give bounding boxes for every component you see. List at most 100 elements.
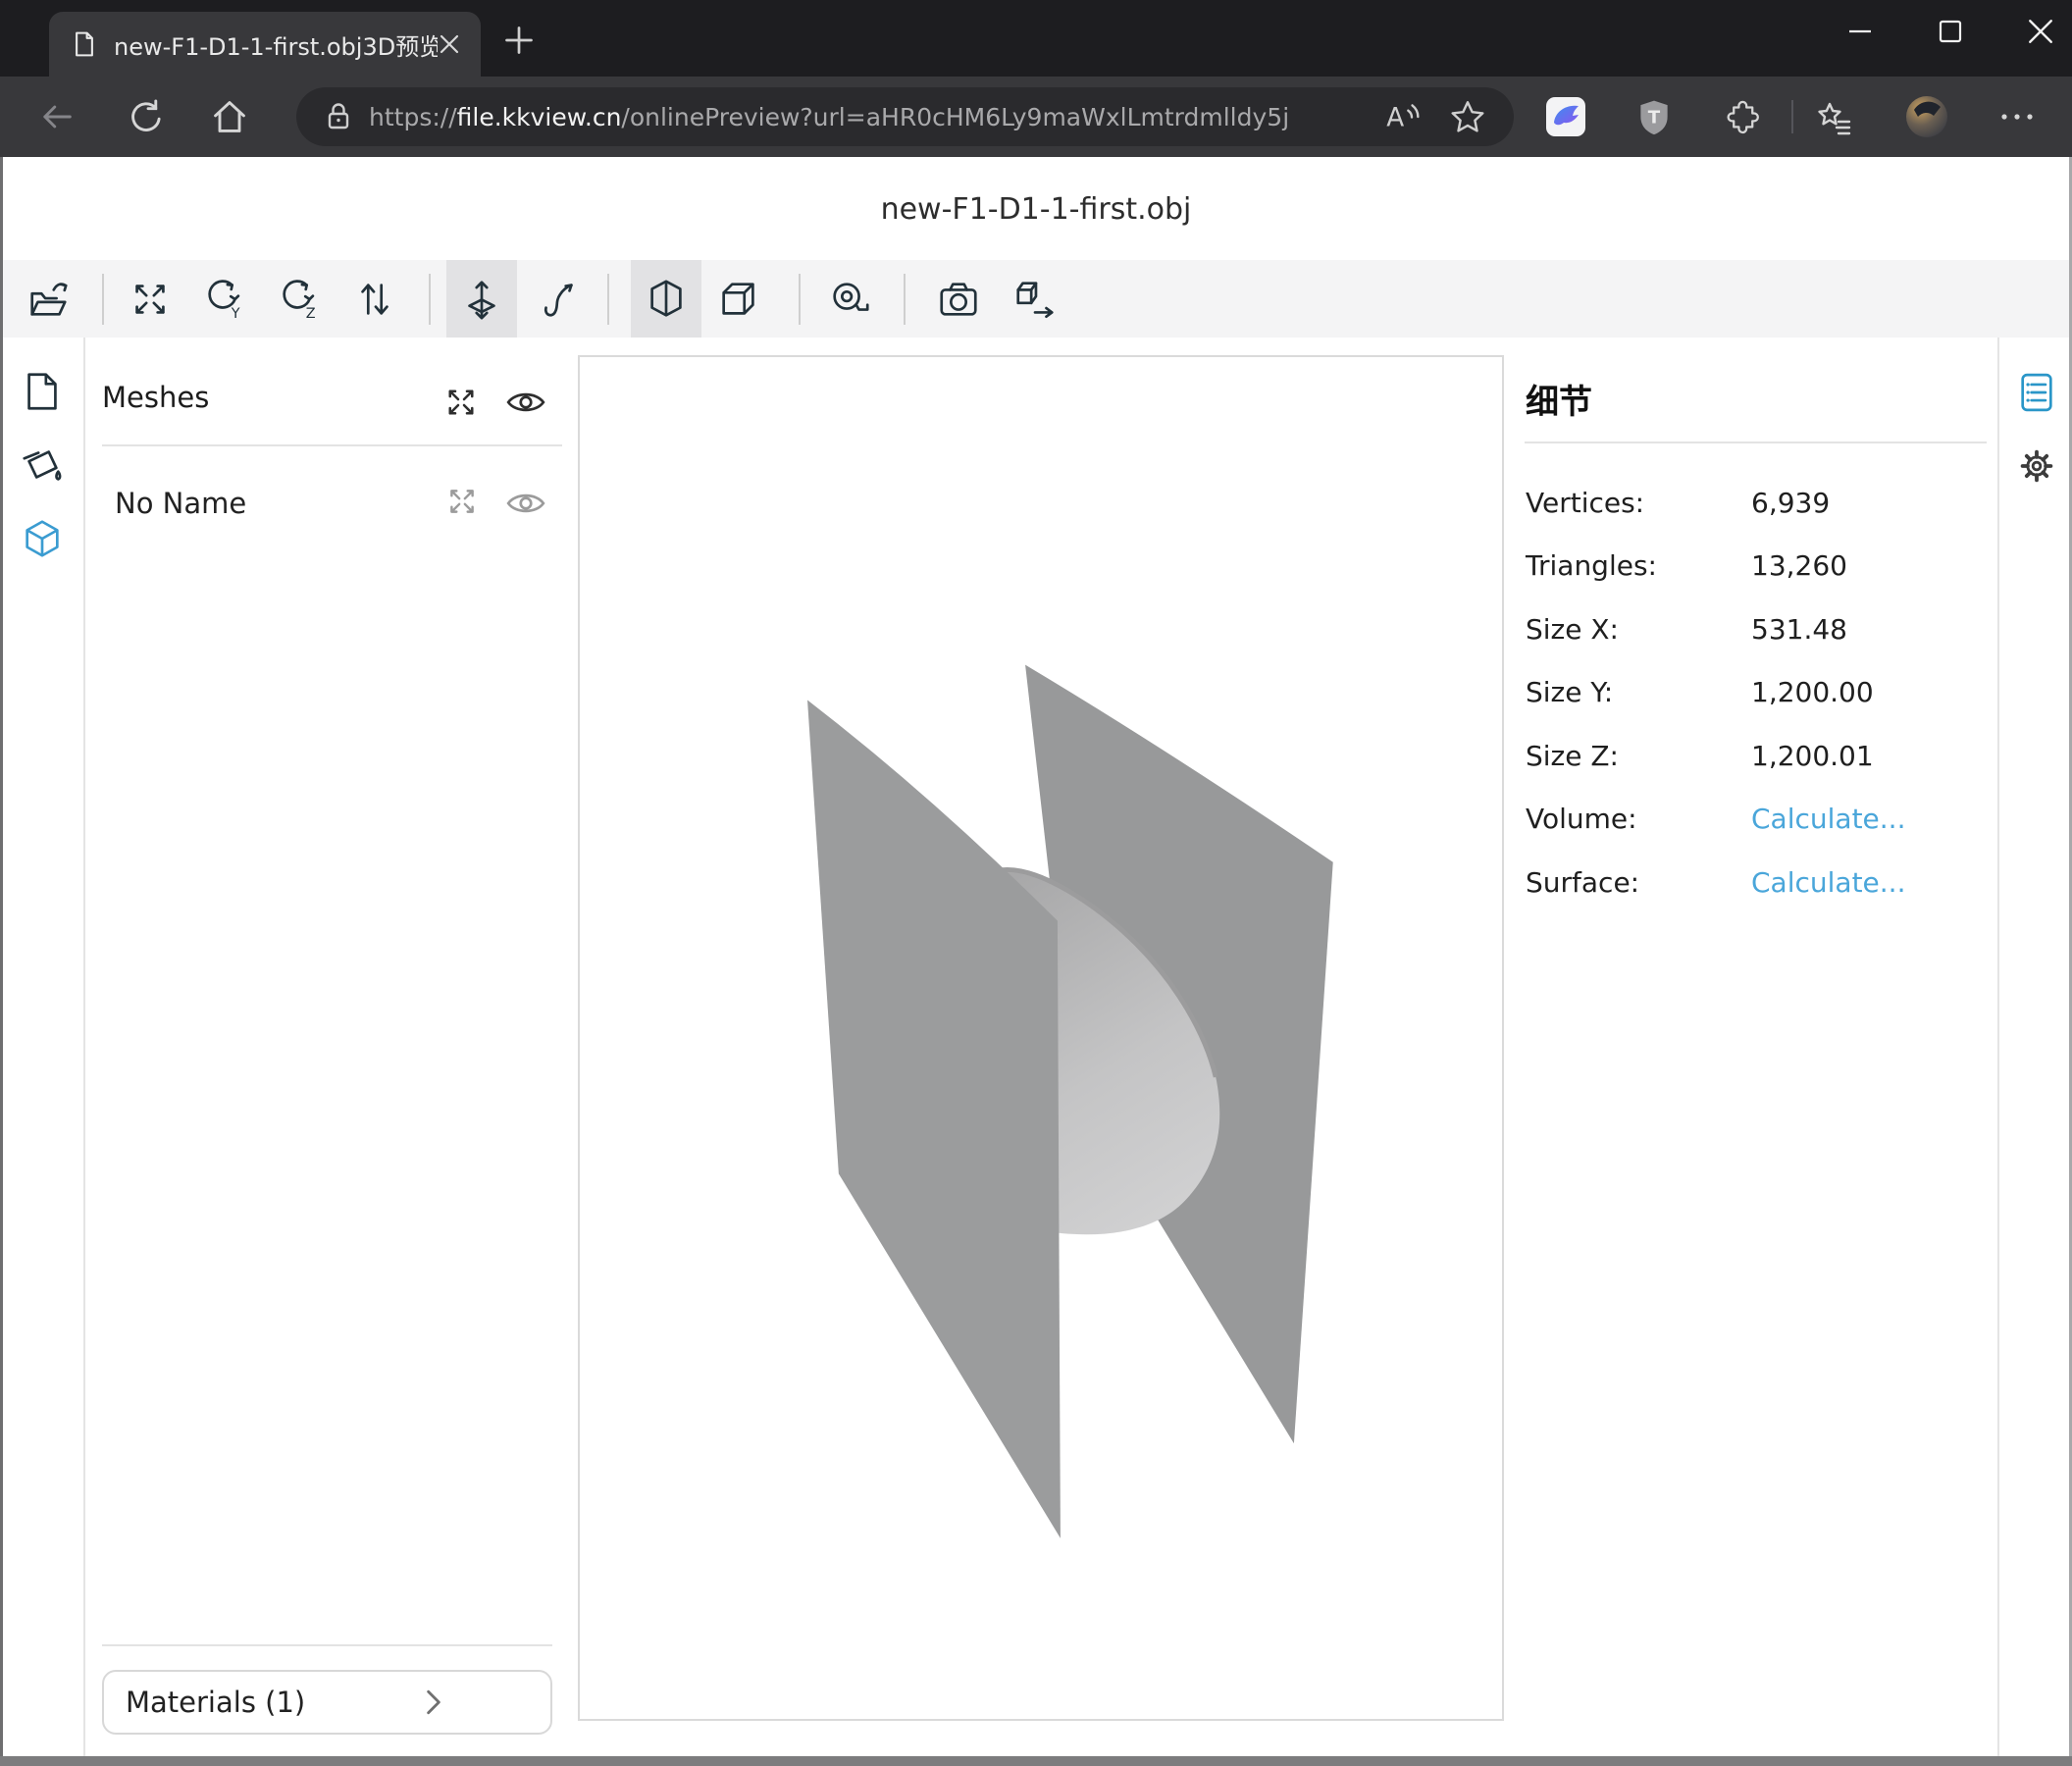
axis-y-label: Y	[231, 306, 240, 322]
toolbar-divider	[799, 274, 801, 325]
url-protocol: https://	[369, 103, 457, 131]
detail-label: Size Y:	[1526, 676, 1751, 708]
fit-view-icon	[128, 277, 173, 322]
new-tab-button[interactable]	[502, 24, 536, 57]
detail-label: Surface:	[1526, 866, 1751, 899]
left-rail-divider	[83, 338, 85, 1756]
sidebar-item-model-tree[interactable]	[20, 516, 65, 561]
details-header-divider	[1525, 442, 1987, 443]
rotate-z-icon: Z	[277, 277, 322, 322]
toolbar-divider	[904, 274, 906, 325]
back-icon[interactable]	[37, 97, 77, 136]
favorite-star-icon[interactable]	[1449, 98, 1486, 135]
browser-window: new-F1-D1-1-first.obj3D预览	[0, 0, 2072, 1766]
detail-row-surface: Surface: Calculate...	[1526, 851, 1991, 914]
model-canvas	[580, 357, 1502, 1719]
read-aloud-icon[interactable]: A	[1380, 96, 1422, 137]
chevron-right-icon	[338, 1688, 530, 1717]
translate-button[interactable]	[446, 260, 517, 338]
detail-row-vertices: Vertices: 6,939	[1526, 471, 1991, 535]
settings-gear-icon[interactable]	[2014, 443, 2059, 489]
detail-value: 531.48	[1751, 613, 1847, 646]
url-path: /onlinePreview?url=aHR0cHM6Ly9maWxlLmtrd…	[621, 103, 1291, 131]
detail-value: 1,200.00	[1751, 676, 1874, 708]
viewer-toolbar: Y Z	[3, 260, 2069, 338]
wireframe-view-button[interactable]	[703, 260, 774, 338]
solid-view-button[interactable]	[631, 260, 701, 338]
mesh-fit-icon[interactable]	[445, 485, 479, 518]
materials-button[interactable]: Materials (1)	[102, 1670, 552, 1735]
model-viewport[interactable]	[578, 355, 1504, 1721]
favorites-hub-icon[interactable]	[1815, 98, 1854, 137]
detail-value: 13,260	[1751, 549, 1847, 582]
rotate-z-button[interactable]: Z	[264, 260, 335, 338]
camera-icon	[936, 277, 981, 322]
detail-value: 6,939	[1751, 487, 1830, 519]
details-list-icon[interactable]	[2020, 372, 2053, 413]
export-icon	[1012, 277, 1058, 322]
toolbar-divider	[429, 274, 431, 325]
page-favicon-icon	[71, 30, 98, 58]
more-menu-icon[interactable]	[1997, 106, 2037, 128]
detail-value: 1,200.01	[1751, 740, 1874, 772]
fit-view-button[interactable]	[115, 260, 185, 338]
export-button[interactable]	[1000, 260, 1070, 338]
flip-vertical-icon	[352, 277, 397, 322]
detail-label: Volume:	[1526, 803, 1751, 835]
shield-extension-icon[interactable]: T	[1634, 97, 1674, 136]
details-rows: Vertices: 6,939 Triangles: 13,260 Size X…	[1526, 471, 1991, 914]
maximize-button[interactable]	[1927, 8, 1974, 55]
axis-z-label: Z	[306, 306, 316, 322]
meshes-visibility-icon[interactable]	[505, 387, 546, 418]
detail-row-size-y: Size Y: 1,200.00	[1526, 661, 1991, 725]
rotate-y-icon: Y	[202, 277, 247, 322]
calculate-surface-link[interactable]: Calculate...	[1751, 866, 1905, 899]
materials-divider	[102, 1644, 552, 1646]
materials-button-label: Materials (1)	[126, 1686, 317, 1719]
meshes-fit-icon[interactable]	[443, 385, 479, 420]
tab-strip: new-F1-D1-1-first.obj3D预览	[0, 0, 2072, 77]
measure-icon	[827, 277, 872, 322]
right-rail-divider	[1997, 338, 1999, 1756]
lock-icon[interactable]	[322, 100, 355, 133]
tab-close-icon[interactable]	[438, 32, 461, 56]
avatar[interactable]	[1905, 95, 1948, 138]
open-file-icon	[26, 277, 71, 322]
screenshot-button[interactable]	[923, 260, 994, 338]
browser-tab[interactable]: new-F1-D1-1-first.obj3D预览	[49, 12, 481, 77]
window-controls	[1837, 0, 2064, 63]
detail-row-size-x: Size X: 531.48	[1526, 597, 1991, 661]
detail-label: Size Z:	[1526, 740, 1751, 772]
calculate-volume-link[interactable]: Calculate...	[1751, 803, 1905, 835]
puzzle-extensions-icon[interactable]	[1723, 98, 1760, 135]
shield-badge: T	[1648, 107, 1661, 128]
rotate-y-button[interactable]: Y	[189, 260, 260, 338]
mesh-list-item[interactable]: No Name	[115, 487, 246, 520]
toolbar-divider	[102, 274, 104, 325]
toolbar-divider	[1791, 100, 1793, 133]
mesh-visibility-icon[interactable]	[505, 488, 546, 519]
refresh-icon[interactable]	[124, 97, 163, 136]
flip-vertical-button[interactable]	[339, 260, 410, 338]
rotate-orbit-button[interactable]	[523, 260, 594, 338]
navigation-bar: https://file.kkview.cn/onlinePreview?url…	[0, 77, 2072, 157]
close-button[interactable]	[2017, 8, 2064, 55]
bird-extension-icon[interactable]	[1545, 96, 1586, 137]
window-bottom-edge	[0, 1756, 2072, 1766]
page-title: new-F1-D1-1-first.obj	[3, 192, 2069, 227]
open-file-button[interactable]	[13, 260, 83, 338]
measure-button[interactable]	[814, 260, 885, 338]
detail-label: Size X:	[1526, 613, 1751, 646]
url-text[interactable]: https://file.kkview.cn/onlinePreview?url…	[369, 103, 1291, 131]
url-host: file.kkview.cn	[457, 103, 622, 131]
details-panel-title: 细节	[1526, 375, 1592, 423]
sidebar-item-file[interactable]	[20, 369, 65, 414]
read-aloud-letter: A	[1386, 103, 1404, 132]
home-icon[interactable]	[210, 97, 249, 136]
minimize-button[interactable]	[1837, 8, 1884, 55]
detail-label: Vertices:	[1526, 487, 1751, 519]
sidebar-item-materials[interactable]	[20, 442, 65, 488]
translate-icon	[459, 277, 504, 322]
detail-row-size-z: Size Z: 1,200.01	[1526, 724, 1991, 788]
address-bar[interactable]: https://file.kkview.cn/onlinePreview?url…	[296, 87, 1514, 146]
